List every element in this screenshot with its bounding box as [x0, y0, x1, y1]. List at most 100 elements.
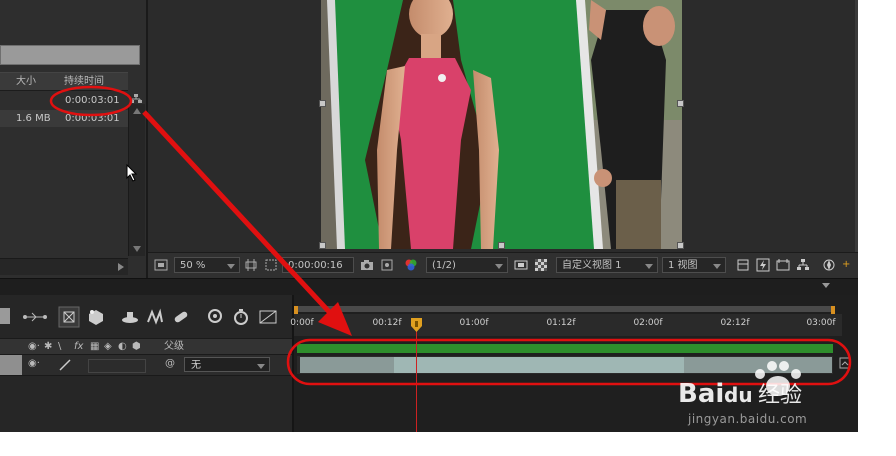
chevron-down-icon: [645, 264, 653, 269]
safe-margins-icon[interactable]: [244, 258, 258, 272]
camera-snapshot-icon[interactable]: [360, 258, 374, 272]
draft-3d-icon[interactable]: [58, 306, 80, 328]
panel-divider[interactable]: [855, 0, 858, 278]
scroll-up-icon[interactable]: [133, 108, 141, 114]
item-duration: 0:00:03:01: [65, 113, 120, 124]
plus-icon[interactable]: +: [842, 257, 850, 273]
motion-blur-icon[interactable]: [146, 308, 164, 326]
ruler-label: 02:00f: [633, 318, 663, 328]
resolution-dropdown[interactable]: (1/2): [426, 257, 508, 273]
layer-duration-bar-start[interactable]: [300, 357, 394, 373]
footage-frame-image: [321, 0, 682, 249]
work-area-bar[interactable]: [296, 306, 834, 312]
region-of-interest-icon[interactable]: [264, 258, 278, 272]
viewer-toolbar: 50 % 0:00:00:16 (1/2) 自定义视图 1 1 视图 +: [148, 252, 858, 279]
brainstorm-icon[interactable]: [258, 308, 278, 326]
show-snapshot-icon[interactable]: [380, 258, 394, 272]
motion-blur-switch-icon[interactable]: ◈: [104, 339, 112, 354]
transparency-grid-icon[interactable]: [534, 258, 548, 272]
chevron-down-icon: [495, 264, 503, 269]
layer-column-header: ◉· ✱ \ fx ▦ ◈ ◐ ⬢ 父级: [0, 338, 292, 355]
hide-shy-layers-icon[interactable]: [86, 308, 106, 326]
timecode-field[interactable]: [0, 308, 10, 324]
item-duration: 0:00:03:01: [65, 95, 120, 106]
current-time-indicator-icon[interactable]: [411, 318, 422, 332]
solo-icon[interactable]: ✱: [44, 339, 52, 354]
resolution-value: (1/2): [432, 260, 456, 271]
project-column-header: 大小 持续时间: [0, 72, 128, 91]
always-preview-icon[interactable]: [154, 258, 168, 272]
pickwhip-icon[interactable]: @: [165, 358, 175, 369]
stopwatch-icon[interactable]: [232, 308, 250, 326]
av-features-icon[interactable]: ◉·: [28, 339, 40, 354]
quality-switch-icon[interactable]: [58, 358, 72, 372]
project-panel: 大小 持续时间 0:00:03:01 1.6 MB 0:00:03:01: [0, 0, 148, 278]
mouse-cursor-icon: [126, 164, 138, 182]
current-time-value: 0:00:00:16: [288, 260, 343, 271]
project-status-bar: [0, 258, 128, 275]
ruler-label: 02:12f: [720, 318, 750, 328]
chevron-down-icon: [227, 264, 235, 269]
svg-text:du: du: [724, 383, 753, 407]
panel-menu-icon[interactable]: [822, 283, 830, 288]
layer-duration-bar[interactable]: [394, 357, 684, 373]
exposure-icon[interactable]: [822, 258, 836, 272]
layer-switch-boxes[interactable]: [88, 359, 146, 373]
transform-handle[interactable]: [677, 100, 684, 107]
transform-handle[interactable]: [677, 242, 684, 249]
chevron-down-icon: [713, 264, 721, 269]
frame-blend-icon[interactable]: ▦: [90, 339, 99, 354]
svg-text:Bai: Bai: [678, 379, 724, 409]
current-time-display[interactable]: 0:00:00:16: [282, 257, 354, 273]
view-dropdown[interactable]: 自定义视图 1: [556, 257, 658, 273]
adjustment-layer-icon[interactable]: ◐: [118, 339, 127, 354]
transform-handle[interactable]: [498, 242, 505, 249]
view-layout-dropdown[interactable]: 1 视图: [662, 257, 726, 273]
layer-label-color[interactable]: [0, 355, 22, 375]
timeline-icon[interactable]: [776, 258, 790, 272]
ruler-label: 03:00f: [806, 318, 836, 328]
comp-flowchart-icon[interactable]: [796, 258, 810, 272]
watermark-url: jingyan.baidu.com: [688, 412, 808, 426]
layer-row[interactable]: ◉· @ 无: [0, 355, 292, 376]
toggle-pixel-aspect-icon[interactable]: [736, 258, 750, 272]
chevron-down-icon: [257, 364, 265, 369]
item-size: 1.6 MB: [16, 113, 51, 124]
zoom-dropdown[interactable]: 50 %: [174, 257, 240, 273]
project-search-field[interactable]: [0, 45, 140, 65]
transform-handle[interactable]: [319, 242, 326, 249]
timeline-switches-toolbar: [0, 300, 292, 336]
channels-icon[interactable]: [404, 258, 418, 272]
ruler-label: 01:00f: [459, 318, 489, 328]
ruler-label: 00:12f: [372, 318, 402, 328]
flowchart-icon[interactable]: [129, 94, 143, 104]
magnifier-icon[interactable]: [206, 308, 226, 326]
parent-value: 无: [191, 360, 201, 371]
3d-layer-icon[interactable]: ⬢: [132, 339, 141, 354]
ruler-label: 0:00f: [290, 318, 314, 328]
fast-preview-lightning-icon[interactable]: [756, 258, 770, 272]
timeline-tab-bar: [0, 278, 858, 296]
column-size-header[interactable]: 大小: [16, 73, 36, 90]
project-item-row[interactable]: 1.6 MB 0:00:03:01: [0, 110, 128, 127]
quality-icon[interactable]: \: [58, 339, 61, 354]
shy-switch-icon[interactable]: ◉·: [28, 358, 40, 369]
project-item-row[interactable]: 0:00:03:01: [0, 92, 128, 109]
expand-arrow-icon[interactable]: [118, 263, 124, 271]
parent-dropdown[interactable]: 无: [184, 357, 270, 372]
current-time-indicator-line: [416, 320, 417, 432]
graph-editor-pill-icon[interactable]: [172, 308, 190, 326]
view-value: 自定义视图 1: [562, 260, 622, 271]
ruler-label: 01:12f: [546, 318, 576, 328]
frame-blending-icon[interactable]: [120, 308, 140, 326]
transform-handle[interactable]: [319, 100, 326, 107]
scroll-down-icon[interactable]: [133, 246, 141, 252]
parent-column-label: 父级: [164, 341, 184, 352]
column-duration-header[interactable]: 持续时间: [64, 73, 104, 90]
zoom-value: 50 %: [180, 260, 206, 271]
view-layout-value: 1 视图: [668, 260, 698, 271]
comp-mini-flowchart-icon[interactable]: [22, 310, 48, 324]
svg-text:经验: 经验: [758, 383, 802, 408]
fast-previews-icon[interactable]: [514, 258, 528, 272]
fx-icon[interactable]: fx: [74, 339, 83, 354]
